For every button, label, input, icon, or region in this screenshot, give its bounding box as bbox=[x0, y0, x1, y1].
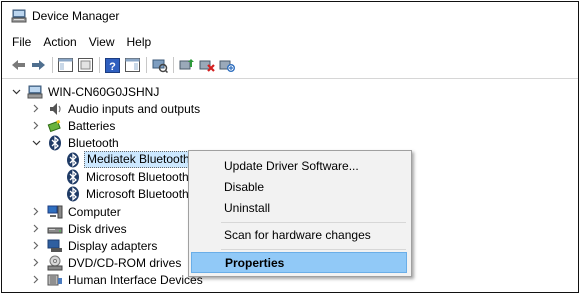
tree-item-label: Human Interface Devices bbox=[68, 272, 203, 287]
context-menu-separator bbox=[221, 249, 406, 250]
tree-item-label: DVD/CD-ROM drives bbox=[68, 255, 182, 270]
tree-item-label: Display adapters bbox=[68, 238, 158, 253]
uninstall-device-icon[interactable] bbox=[198, 57, 215, 74]
tree-item-label: Audio inputs and outputs bbox=[68, 101, 201, 116]
context-menu-disable[interactable]: Disable bbox=[191, 177, 407, 198]
tree-item-human-interface[interactable]: Human Interface Devices bbox=[31, 271, 203, 288]
tree-item-label: Microsoft Bluetooth E bbox=[86, 169, 201, 184]
context-menu-uninstall[interactable]: Uninstall bbox=[191, 198, 407, 219]
speaker-icon bbox=[47, 101, 63, 117]
back-arrow-icon[interactable] bbox=[10, 57, 27, 74]
device-manager-icon bbox=[11, 8, 27, 24]
menu-action[interactable]: Action bbox=[37, 35, 82, 49]
chevron-right-icon[interactable] bbox=[31, 117, 41, 134]
chevron-right-icon[interactable] bbox=[31, 203, 41, 220]
toolbar: ? bbox=[2, 54, 578, 76]
hid-icon bbox=[47, 272, 63, 288]
tree-item-disk-drives[interactable]: Disk drives bbox=[31, 220, 127, 237]
toolbar-separator bbox=[146, 57, 147, 73]
tree-item-microsoft-bluetooth-l[interactable]: Microsoft Bluetooth L bbox=[65, 185, 199, 202]
bluetooth-icon bbox=[65, 186, 81, 202]
chevron-right-icon[interactable] bbox=[31, 237, 41, 254]
disk-drive-icon bbox=[47, 221, 63, 237]
context-menu-update-driver[interactable]: Update Driver Software... bbox=[191, 156, 407, 177]
battery-icon bbox=[47, 118, 63, 134]
menu-file[interactable]: File bbox=[2, 35, 37, 49]
tree-item-bluetooth[interactable]: Bluetooth bbox=[31, 134, 119, 151]
scan-hardware-icon[interactable] bbox=[151, 57, 168, 74]
tree-item-computer[interactable]: Computer bbox=[31, 203, 121, 220]
display-adapter-icon bbox=[47, 238, 63, 254]
device-manager-window: Device Manager File Action View Help ? W… bbox=[1, 1, 579, 293]
svg-text:?: ? bbox=[109, 61, 116, 73]
tree-root-label: WIN-CN60G0JSHNJ bbox=[48, 84, 160, 99]
bluetooth-icon bbox=[65, 169, 81, 185]
tree-item-label: Batteries bbox=[68, 118, 116, 133]
toolbar-separator bbox=[99, 57, 100, 73]
tree-item-label: Computer bbox=[68, 204, 121, 219]
forward-arrow-icon[interactable] bbox=[30, 57, 47, 74]
tree-item-mediatek-bluetooth[interactable]: Mediatek Bluetooth A bbox=[65, 151, 204, 168]
bluetooth-icon bbox=[47, 135, 63, 151]
window-title: Device Manager bbox=[32, 9, 120, 23]
context-menu-separator bbox=[221, 222, 406, 223]
bluetooth-icon bbox=[65, 152, 81, 168]
dvd-drive-icon bbox=[47, 255, 63, 271]
menu-help[interactable]: Help bbox=[121, 35, 158, 49]
tree-item-label: Disk drives bbox=[68, 221, 127, 236]
computer-icon bbox=[47, 204, 63, 220]
toolbar-divider bbox=[2, 78, 578, 79]
tree-item-microsoft-bluetooth-e[interactable]: Microsoft Bluetooth E bbox=[65, 168, 200, 185]
context-menu: Update Driver Software... Disable Uninst… bbox=[188, 150, 412, 277]
tree-item-label: Mediatek Bluetooth A bbox=[84, 151, 204, 168]
tree-item-label: Microsoft Bluetooth L bbox=[86, 186, 199, 201]
toolbar-separator bbox=[52, 57, 53, 73]
tree-item-audio[interactable]: Audio inputs and outputs bbox=[31, 100, 200, 117]
chevron-right-icon[interactable] bbox=[31, 220, 41, 237]
context-menu-scan-hardware[interactable]: Scan for hardware changes bbox=[191, 225, 407, 246]
context-menu-properties[interactable]: Properties bbox=[191, 252, 407, 273]
chevron-right-icon[interactable] bbox=[31, 254, 41, 271]
menu-view[interactable]: View bbox=[83, 35, 121, 49]
chevron-right-icon[interactable] bbox=[31, 100, 41, 117]
toolbar-separator bbox=[173, 57, 174, 73]
update-driver-icon[interactable] bbox=[178, 57, 195, 74]
tree-root[interactable]: WIN-CN60G0JSHNJ bbox=[11, 83, 159, 100]
chevron-right-icon[interactable] bbox=[31, 271, 41, 288]
chevron-down-icon[interactable] bbox=[31, 134, 41, 151]
chevron-down-icon[interactable] bbox=[11, 83, 21, 100]
disable-device-icon[interactable] bbox=[218, 57, 235, 74]
menu-bar: File Action View Help bbox=[2, 33, 157, 51]
tree-item-display-adapters[interactable]: Display adapters bbox=[31, 237, 157, 254]
help-icon[interactable]: ? bbox=[104, 57, 121, 74]
show-hide-tree-icon[interactable] bbox=[57, 57, 74, 74]
computer-icon bbox=[27, 84, 43, 100]
properties-icon[interactable] bbox=[77, 57, 94, 74]
tree-item-label: Bluetooth bbox=[68, 135, 119, 150]
tree-item-dvd-cd-rom[interactable]: DVD/CD-ROM drives bbox=[31, 254, 181, 271]
action-pane-icon[interactable] bbox=[124, 57, 141, 74]
title-bar: Device Manager bbox=[2, 2, 578, 30]
tree-item-batteries[interactable]: Batteries bbox=[31, 117, 115, 134]
